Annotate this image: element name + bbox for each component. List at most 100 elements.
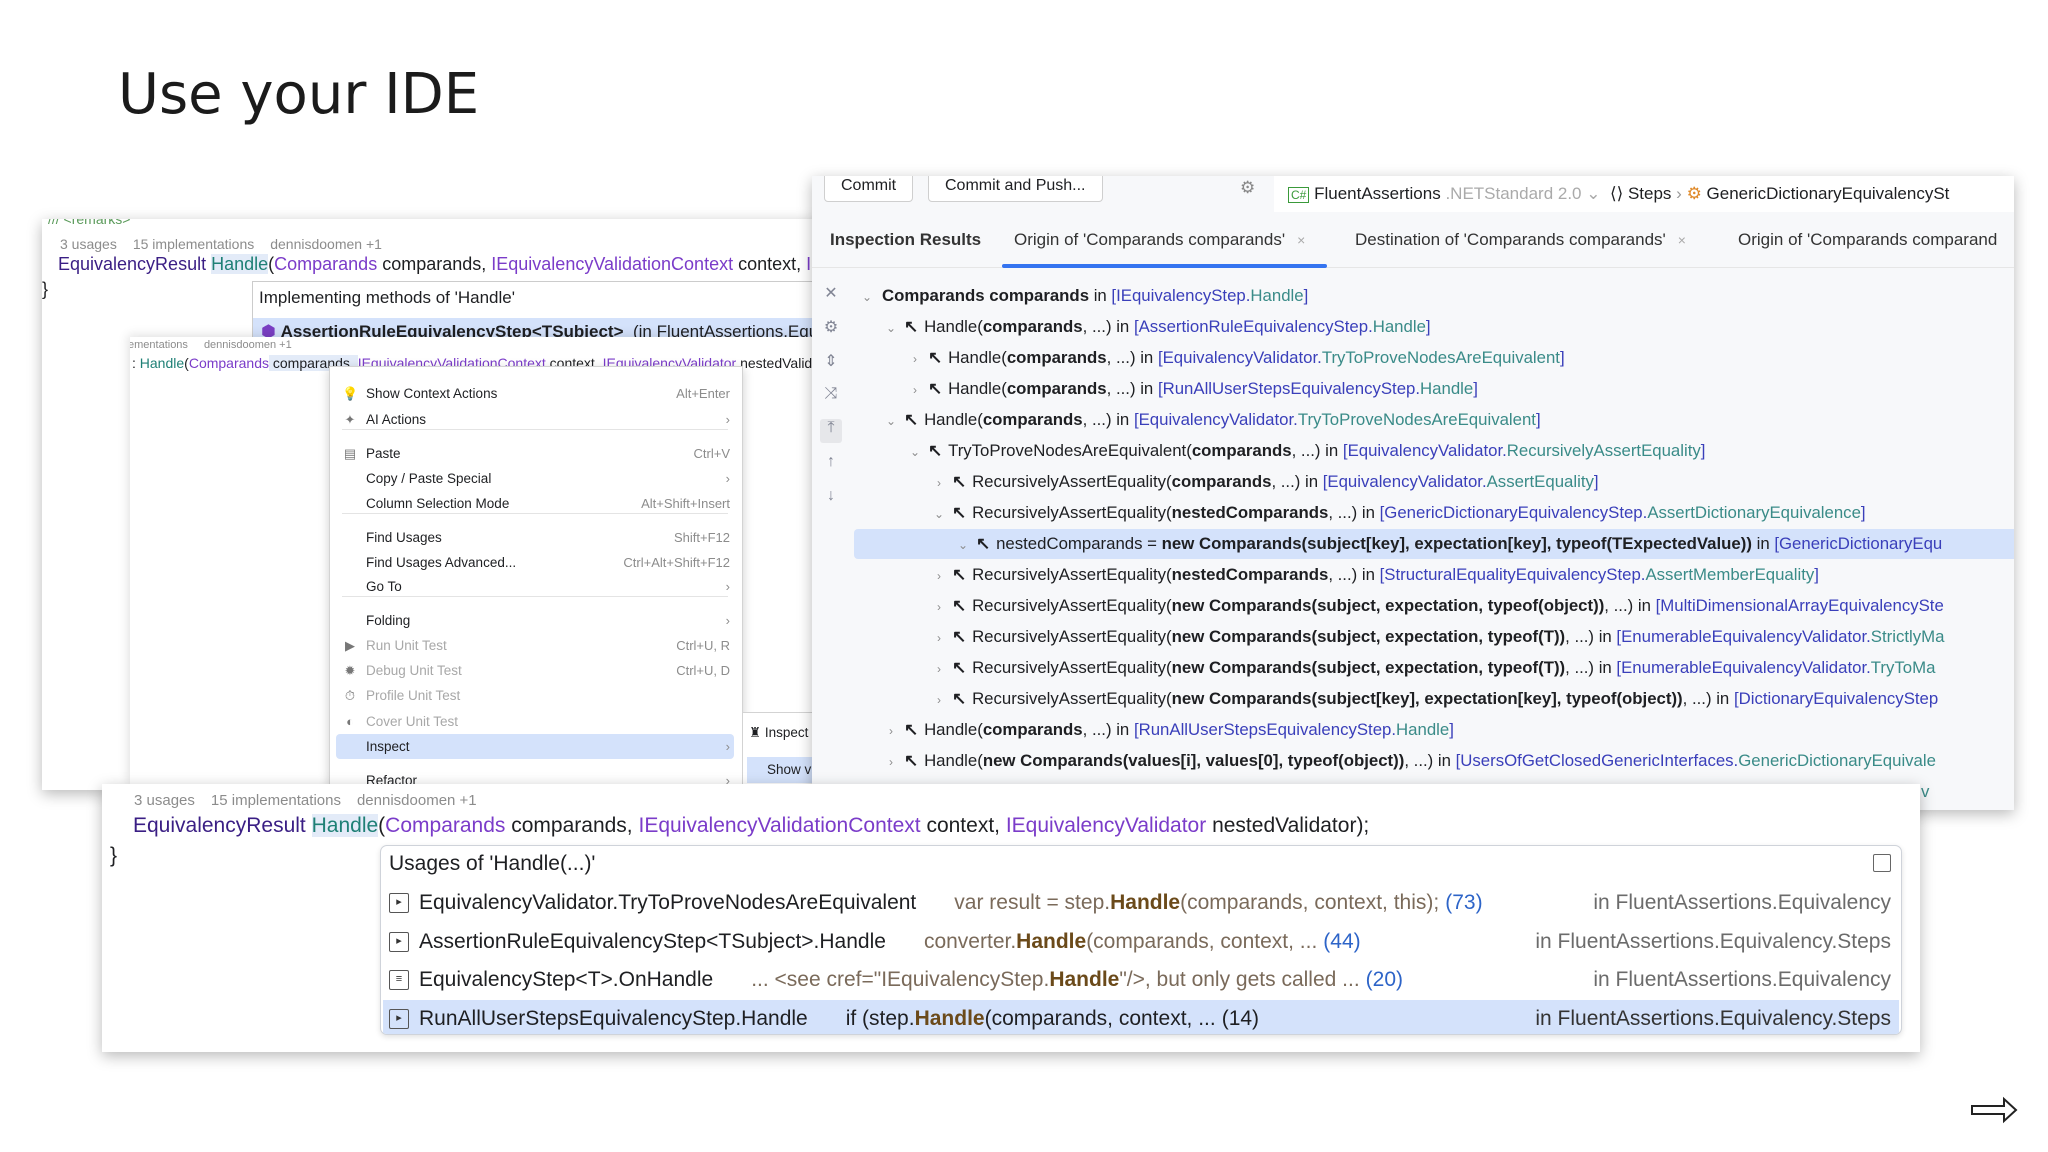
- usage-snippet: ... <see cref="IEquivalencyStep.Handle"/…: [751, 968, 1360, 991]
- commit-and-push-button[interactable]: Commit and Push...: [928, 176, 1103, 202]
- menu-item-paste[interactable]: ▤ Paste Ctrl+V: [336, 441, 734, 466]
- usage-row[interactable]: ≡ EquivalencyStep<T>.OnHandle ... <see cre…: [383, 961, 1899, 999]
- chevron-right-icon[interactable]: ›: [906, 344, 924, 373]
- tree-row[interactable]: ⌄ ↖ RecursivelyAssertEquality(nestedCompar…: [854, 498, 2014, 528]
- pin-top-icon[interactable]: ⤒: [820, 419, 842, 443]
- tree-row[interactable]: › ↖ RecursivelyAssertEquality(comparands, …: [854, 467, 2014, 497]
- menu-item-show-context-actions[interactable]: 💡 Show Context Actions Alt+Enter: [336, 381, 734, 406]
- menu-item-find-usages[interactable]: Find Usages Shift+F12: [336, 525, 734, 550]
- chevron-right-icon[interactable]: ›: [930, 685, 948, 714]
- close-tab-icon[interactable]: ×: [1678, 232, 1686, 248]
- menu-item-column-selection-mode[interactable]: Column Selection Mode Alt+Shift+Insert: [336, 491, 734, 516]
- tree-row[interactable]: › ↖ Handle(comparands, ...) in [RunAllUser…: [854, 715, 2014, 745]
- tree-row[interactable]: › ↖ RecursivelyAssertEquality(new Comparan…: [854, 622, 2014, 652]
- container-class: [EquivalencyValidator.: [1342, 441, 1507, 460]
- tree-row[interactable]: ⌄ Comparands comparands in [IEquivalencyS…: [854, 281, 2014, 311]
- handle-identifier[interactable]: Handle: [211, 254, 269, 274]
- chevron-right-icon[interactable]: ›: [882, 747, 900, 776]
- usage-snippet: converter.Handle(comparands, context, ..…: [923, 929, 1318, 953]
- arrow-up-icon[interactable]: ↑: [820, 453, 842, 477]
- tree-row[interactable]: › ↖ RecursivelyAssertEquality(nestedCompar…: [854, 560, 2014, 590]
- call-text: , ...) in: [1565, 658, 1617, 677]
- chevron-down-icon[interactable]: ⌄: [954, 530, 972, 559]
- menu-item-inspect[interactable]: Inspect ›: [336, 734, 734, 759]
- chevron-down-icon[interactable]: ⌄: [906, 437, 924, 466]
- tab-inspection-results[interactable]: Inspection Results: [830, 230, 981, 250]
- open-in-window-icon[interactable]: [1873, 854, 1891, 872]
- menu-item-folding[interactable]: Folding ›: [336, 608, 734, 633]
- menu-item-profile-unit-test[interactable]: ⏱ Profile Unit Test: [336, 683, 734, 708]
- author-info[interactable]: dennisdoomen +1: [270, 236, 382, 252]
- expand-all-icon[interactable]: ⇕: [820, 351, 842, 375]
- close-icon[interactable]: ✕: [820, 283, 842, 307]
- menu-item-ai-actions[interactable]: ✦ AI Actions ›: [336, 407, 734, 432]
- breadcrumb-file[interactable]: GenericDictionaryEquivalencySt: [1707, 184, 1950, 203]
- menu-item-find-usages-advanced[interactable]: Find Usages Advanced... Ctrl+Alt+Shift+F1…: [336, 550, 734, 575]
- tree-row[interactable]: ⌄ ↖ Handle(comparands, ...) in [AssertionR…: [854, 312, 2014, 342]
- container-class: [EnumerableEquivalencyValidator.: [1616, 658, 1871, 677]
- tree-row[interactable]: ⌄ ↖ nestedComparands = new Comparands(subj…: [854, 529, 2014, 559]
- implementations-link[interactable]: 15 implementations: [133, 236, 254, 252]
- menu-item-go-to[interactable]: Go To ›: [336, 574, 734, 599]
- tree-row[interactable]: ›↖ Handle(new Comparands(values[i], value…: [854, 746, 2014, 776]
- container-class: [EquivalencyValidator.: [1133, 410, 1298, 429]
- arrow-down-icon[interactable]: ↓: [820, 487, 842, 511]
- breadcrumb-project[interactable]: FluentAssertions: [1314, 184, 1441, 203]
- handle-identifier[interactable]: Handle: [311, 814, 379, 837]
- implementations-link[interactable]: 15 implementations: [211, 792, 341, 809]
- call-argument: nestedComparands: [1171, 565, 1329, 584]
- tree-row[interactable]: ⌄ ↖ TryToProveNodesAreEquivalent(comparand…: [854, 436, 2014, 466]
- chevron-right-icon[interactable]: ›: [930, 468, 948, 497]
- settings-icon[interactable]: ⚙: [1240, 178, 1255, 198]
- container-class: [RunAllUserStepsEquivalencyStep.: [1133, 720, 1397, 739]
- menu-item-debug-unit-test[interactable]: ✹ Debug Unit Test Ctrl+U, D: [336, 658, 734, 683]
- author-info[interactable]: dennisdoomen +1: [357, 792, 477, 809]
- collapse-all-icon[interactable]: ⤨: [820, 385, 842, 409]
- tab-destination-comparands[interactable]: Destination of 'Comparands comparands' ×: [1355, 230, 1686, 250]
- chevron-right-icon[interactable]: ›: [930, 561, 948, 590]
- chevron-right-icon[interactable]: ›: [930, 592, 948, 621]
- chevron-right-icon[interactable]: ›: [882, 716, 900, 745]
- usage-row[interactable]: ▸ RunAllUserStepsEquivalencyStep.Handle if…: [383, 999, 1899, 1034]
- container-class: [UsersOfGetClosedGenericInterfaces.: [1455, 751, 1739, 770]
- usage-location: in FluentAssertions.Equivalency: [1593, 968, 1891, 991]
- usages-link[interactable]: 3 usages: [60, 236, 117, 252]
- chevron-down-icon[interactable]: ⌄: [930, 499, 948, 528]
- chevron-right-icon[interactable]: ›: [906, 375, 924, 404]
- call-text: , ...) in: [1404, 751, 1456, 770]
- close-tab-icon[interactable]: ×: [1297, 232, 1305, 248]
- tab-origin-comparands-2[interactable]: Origin of 'Comparands comparand: [1738, 230, 1997, 250]
- chevron-down-icon[interactable]: ⌄: [882, 406, 900, 435]
- breadcrumb-namespace[interactable]: Steps: [1628, 184, 1671, 203]
- usage-row[interactable]: ▸ EquivalencyValidator.TryToProveNodesAre…: [383, 884, 1899, 922]
- chevron-down-icon[interactable]: ⌄: [882, 313, 900, 342]
- framework-selector[interactable]: .NETStandard 2.0 ⌄: [1445, 184, 1600, 203]
- method-signature: EquivalencyResult Handle(Comparands comp…: [133, 814, 1370, 837]
- menu-item-label: Debug Unit Test: [366, 663, 462, 678]
- call-text: , ...) in: [1082, 410, 1134, 429]
- tree-row[interactable]: › ↖ RecursivelyAssertEquality(new Comparan…: [854, 684, 2014, 714]
- call-text: , ...) in: [1604, 596, 1656, 615]
- tree-row[interactable]: › ↖ Handle(comparands, ...) in [Equivalenc…: [854, 343, 2014, 373]
- tree-row[interactable]: › ↖ RecursivelyAssertEquality(new Comparan…: [854, 653, 2014, 683]
- submenu-item-inspect[interactable]: ♜ Inspect: [749, 725, 808, 741]
- chevron-down-icon[interactable]: ⌄: [858, 282, 876, 311]
- slide-title: Use your IDE: [118, 62, 480, 127]
- usage-row[interactable]: ▸ AssertionRuleEquivalencyStep<TSubject>.…: [383, 923, 1899, 961]
- usages-link[interactable]: 3 usages: [134, 792, 195, 809]
- chevron-right-icon[interactable]: ›: [930, 623, 948, 652]
- tree-row[interactable]: › ↖ RecursivelyAssertEquality(new Comparan…: [854, 591, 2014, 621]
- shield-icon: ◐: [346, 714, 354, 729]
- next-slide-arrow-icon[interactable]: [1970, 1096, 2018, 1124]
- tab-origin-comparands[interactable]: Origin of 'Comparands comparands' ×: [1014, 230, 1305, 250]
- call-text: in: [1089, 286, 1112, 305]
- tree-row[interactable]: ⌄ ↖ Handle(comparands, ...) in [Equivalenc…: [854, 405, 2014, 435]
- menu-item-run-unit-test[interactable]: ▶ Run Unit Test Ctrl+U, R: [336, 633, 734, 658]
- gear-icon[interactable]: ⚙: [820, 317, 842, 341]
- tree-row[interactable]: › ↖ Handle(comparands, ...) in [RunAllUser…: [854, 374, 2014, 404]
- menu-item-cover-unit-test[interactable]: ◐ Cover Unit Test: [336, 709, 734, 734]
- menu-item-copy-paste-special[interactable]: Copy / Paste Special ›: [336, 466, 734, 491]
- chevron-right-icon[interactable]: ›: [930, 654, 948, 683]
- bracket: ]: [1700, 441, 1706, 460]
- commit-button[interactable]: Commit: [824, 176, 914, 202]
